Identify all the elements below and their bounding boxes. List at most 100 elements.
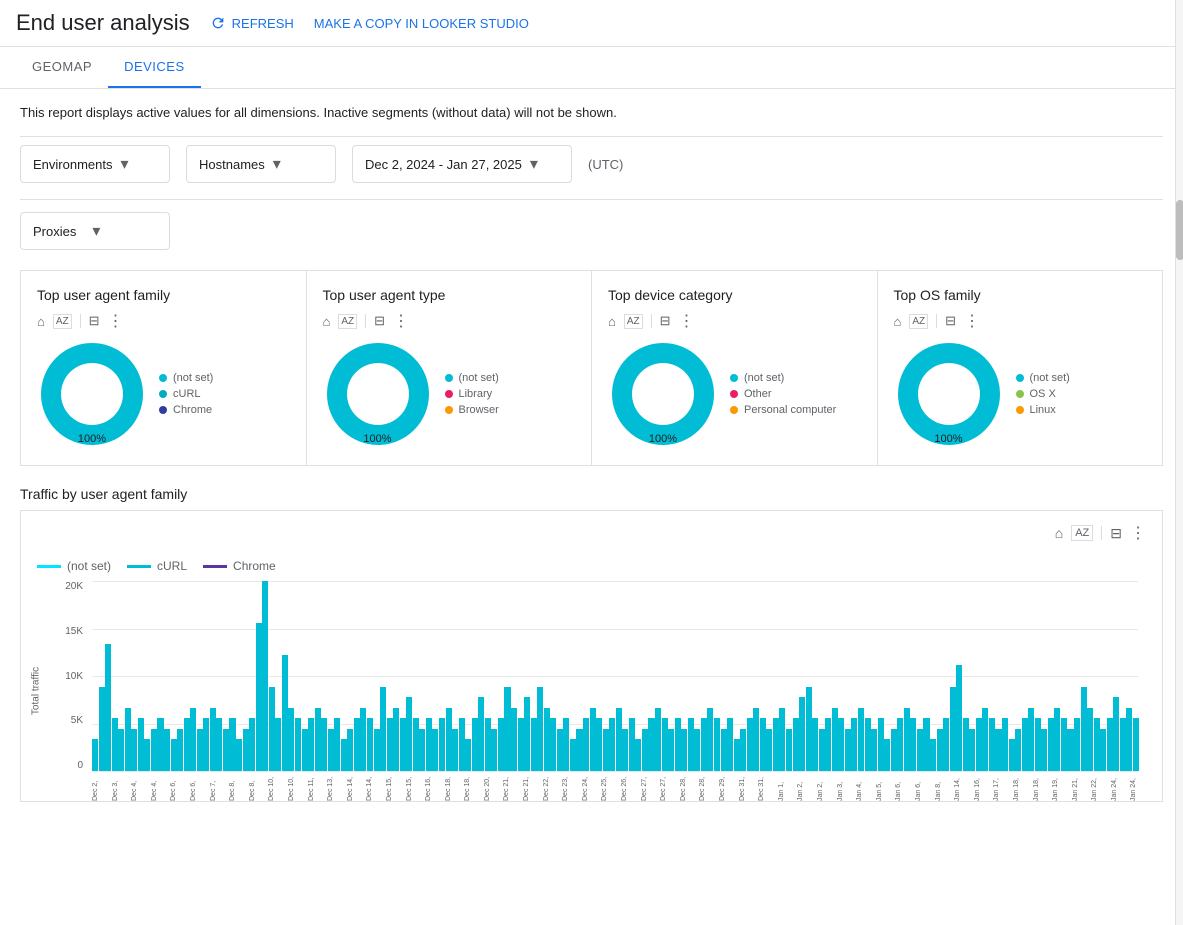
x-axis-label [216, 771, 223, 801]
chart-bar [164, 729, 170, 771]
chart-bar [151, 729, 157, 771]
chart-bar [275, 718, 281, 771]
chart-bar [583, 718, 589, 771]
more-icon[interactable]: ⋮ [964, 311, 980, 331]
copy-button[interactable]: MAKE A COPY IN LOOKER STUDIO [314, 16, 529, 31]
x-axis-label [1026, 771, 1033, 801]
legend-dot [445, 406, 453, 414]
x-axis-label [105, 771, 112, 801]
chart-controls: ⌂ AZ ⊟ ⋮ [894, 311, 1147, 331]
az-sort-icon[interactable]: AZ [909, 314, 928, 329]
x-axis-label [399, 771, 406, 801]
chart-bar [419, 729, 425, 771]
filter-icon[interactable]: ⊟ [89, 313, 100, 329]
bars-container [92, 581, 1138, 771]
chart-bar [1126, 708, 1132, 771]
x-axis-label [941, 771, 948, 801]
chart-bar [262, 581, 268, 771]
traffic-chart-title: Traffic by user agent family [20, 486, 1163, 502]
y-axis-tick: 0 [37, 760, 87, 771]
chart-bar [786, 729, 792, 771]
more-icon[interactable]: ⋮ [393, 311, 409, 331]
chart-bar [714, 718, 720, 771]
filter-icon[interactable]: ⊟ [660, 313, 671, 329]
chart-bar [203, 718, 209, 771]
chart-bar [406, 697, 412, 771]
chart-bar [727, 718, 733, 771]
home-icon[interactable]: ⌂ [608, 314, 616, 329]
filter-icon[interactable]: ⊟ [945, 313, 956, 329]
chevron-down-icon: ▾ [273, 154, 281, 174]
legend-item: Linux [1016, 404, 1070, 416]
chart-bar [184, 718, 190, 771]
chart-bar [393, 708, 399, 771]
chart-bar [989, 718, 995, 771]
x-axis-label [1065, 771, 1072, 801]
x-axis-label [157, 771, 164, 801]
more-icon[interactable]: ⋮ [679, 311, 695, 331]
chart-bar [570, 739, 576, 771]
home-icon[interactable]: ⌂ [1055, 525, 1063, 541]
x-axis-label [967, 771, 974, 801]
more-icon[interactable]: ⋮ [108, 311, 124, 331]
az-sort-icon[interactable]: AZ [338, 314, 357, 329]
chart-bar [675, 718, 681, 771]
x-axis-label: Jan 17, 2025, 5AM [993, 771, 1000, 801]
az-icon[interactable]: AZ [1071, 525, 1093, 541]
x-axis-label [183, 771, 190, 801]
legend-item: (not set) [1016, 372, 1070, 384]
refresh-button[interactable]: REFRESH [210, 15, 294, 31]
home-icon[interactable]: ⌂ [894, 314, 902, 329]
x-axis-label [314, 771, 321, 801]
traffic-legend-item: cURL [127, 559, 187, 573]
chart-bar [531, 718, 537, 771]
x-axis-label [588, 771, 595, 801]
x-axis-label [882, 771, 889, 801]
legend-label: Chrome [173, 404, 212, 416]
tab-geomap[interactable]: GEOMAP [16, 47, 108, 88]
chart-bar [315, 708, 321, 771]
chart-bar [380, 687, 386, 771]
chart-bar [747, 718, 753, 771]
chart-bar [282, 655, 288, 771]
chart-title: Top device category [608, 287, 861, 303]
chart-bar [629, 718, 635, 771]
home-icon[interactable]: ⌂ [323, 314, 331, 329]
chart-bar [1107, 718, 1113, 771]
x-axis-label [1039, 771, 1046, 801]
home-icon[interactable]: ⌂ [37, 314, 45, 329]
chart-title: Top OS family [894, 287, 1147, 303]
az-sort-icon[interactable]: AZ [53, 314, 72, 329]
chart-bar [995, 729, 1001, 771]
more-icon[interactable]: ⋮ [1130, 523, 1146, 543]
legend-label: Other [744, 388, 772, 400]
legend-label: Linux [1030, 404, 1056, 416]
chart-bar [753, 708, 759, 771]
chevron-down-icon: ▾ [120, 154, 128, 174]
hostnames-filter[interactable]: Hostnames ▾ [186, 145, 336, 183]
scrollbar[interactable] [1175, 0, 1183, 925]
chart-bar [799, 697, 805, 771]
header: End user analysis REFRESH MAKE A COPY IN… [0, 0, 1183, 47]
scrollbar-thumb[interactable] [1176, 200, 1183, 260]
filter-icon[interactable]: ⊟ [374, 313, 385, 329]
donut-percent-label: 100% [649, 433, 677, 445]
x-axis-label [242, 771, 249, 801]
environments-filter[interactable]: Environments ▾ [20, 145, 170, 183]
chart-bar [688, 718, 694, 771]
chart-bar [387, 718, 393, 771]
x-axis-label [745, 771, 752, 801]
tab-devices[interactable]: DEVICES [108, 47, 201, 88]
proxies-filter[interactable]: Proxies ▾ [20, 212, 170, 250]
chart-bar [878, 718, 884, 771]
chart-bar [897, 718, 903, 771]
x-axis-label [490, 771, 497, 801]
x-axis-label [673, 771, 680, 801]
chart-bar [328, 729, 334, 771]
filter-icon[interactable]: ⊟ [1110, 525, 1122, 542]
date-range-filter[interactable]: Dec 2, 2024 - Jan 27, 2025 ▾ [352, 145, 572, 183]
legend-label: Personal computer [744, 404, 836, 416]
chart-bar [223, 729, 229, 771]
az-sort-icon[interactable]: AZ [624, 314, 643, 329]
x-axis-label [575, 771, 582, 801]
